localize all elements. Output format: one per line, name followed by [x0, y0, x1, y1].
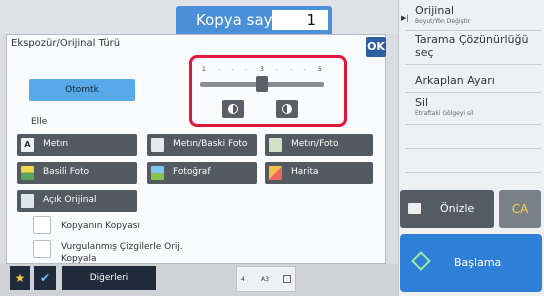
- exposure-dialog: Ekspozür/Orijinal Türü OK Otomtk Elle 1 …: [6, 34, 386, 264]
- play-icon: ▶|: [401, 14, 409, 22]
- type-map-button[interactable]: Harita: [265, 162, 373, 184]
- scale-dot: ·: [232, 67, 234, 74]
- panel-item-background[interactable]: Arkaplan Ayarı: [415, 74, 495, 87]
- highlighter-copy-label: Vurgulanmış Çizgilerle Orij. Kopyala: [61, 242, 183, 264]
- divider: [405, 124, 541, 125]
- lighter-icon: [228, 104, 238, 114]
- type-printed-photo-button[interactable]: Basili Foto: [17, 162, 137, 184]
- light-original-icon: [21, 194, 34, 208]
- panel-item-scan-resolution[interactable]: Tarama Çözünürlüğü seç: [415, 33, 535, 59]
- scale-dot: ·: [218, 67, 220, 74]
- tray-icon: [283, 275, 291, 283]
- scale-dot: ·: [276, 67, 278, 74]
- others-button[interactable]: Diğerleri: [62, 266, 156, 290]
- paper-status: 4 A3: [236, 266, 296, 292]
- panel-item-erase[interactable]: Sil Etraftaki Gölgeyi sil: [415, 96, 473, 117]
- copy-count-tab[interactable]: Kopya sayısı 1: [176, 6, 332, 34]
- auto-button[interactable]: Otomtk: [29, 79, 135, 101]
- divider: [405, 172, 541, 173]
- copy-of-copy-label: Kopyanın Kopyası: [61, 221, 140, 231]
- bottom-bar: [0, 264, 398, 296]
- type-text-button[interactable]: A Metın: [17, 134, 137, 156]
- type-text-photo-button[interactable]: Metın/Foto: [265, 134, 373, 156]
- scale-label-max: 5: [318, 66, 322, 73]
- clear-all-button[interactable]: CA: [499, 190, 541, 228]
- favorites-star-icon[interactable]: ★: [10, 266, 30, 290]
- preview-button[interactable]: Önizle: [400, 190, 494, 228]
- type-light-original-button[interactable]: Açık Orijinal: [17, 190, 137, 212]
- paper-size: A3: [261, 276, 269, 283]
- type-text-printed-photo-button[interactable]: Metın/Baski Foto: [147, 134, 257, 156]
- copy-count-field[interactable]: 1: [272, 10, 328, 30]
- manual-label: Elle: [31, 117, 48, 127]
- exposure-slider-box: 1 · · · 3 · · · 5: [189, 55, 347, 127]
- divider: [405, 148, 541, 149]
- copy-of-copy-checkbox[interactable]: [33, 216, 51, 234]
- text-printed-photo-icon: [151, 138, 164, 152]
- type-photo-button[interactable]: Fotoğraf: [147, 162, 257, 184]
- scale-dot: ·: [245, 67, 247, 74]
- start-icon: [411, 251, 431, 271]
- check-icon[interactable]: ✔: [34, 266, 56, 290]
- start-button[interactable]: Başlama: [400, 234, 542, 292]
- scale-dot: ·: [304, 67, 306, 74]
- exposure-increase-button[interactable]: [276, 100, 298, 118]
- map-icon: [269, 166, 282, 180]
- text-photo-icon: [269, 138, 282, 152]
- highlighter-copy-checkbox[interactable]: [33, 240, 51, 258]
- exposure-decrease-button[interactable]: [222, 100, 244, 118]
- divider: [405, 64, 541, 65]
- scale-dot: ·: [290, 67, 292, 74]
- ok-button[interactable]: OK: [366, 37, 386, 57]
- preview-icon: [408, 203, 421, 214]
- scale-label-mid: 3: [260, 66, 264, 73]
- divider: [405, 30, 541, 31]
- page-number: 4: [241, 276, 245, 283]
- dialog-title: Ekspozür/Orijinal Türü: [11, 38, 121, 49]
- darker-icon: [282, 104, 292, 114]
- exposure-slider-handle[interactable]: [256, 76, 268, 92]
- photo-icon: [151, 166, 164, 180]
- divider: [405, 92, 541, 93]
- printed-photo-icon: [21, 166, 34, 180]
- scale-label-min: 1: [202, 66, 206, 73]
- text-icon: A: [21, 138, 34, 152]
- panel-item-original[interactable]: Orijinal Boyut/Yön Değiştir: [415, 4, 470, 25]
